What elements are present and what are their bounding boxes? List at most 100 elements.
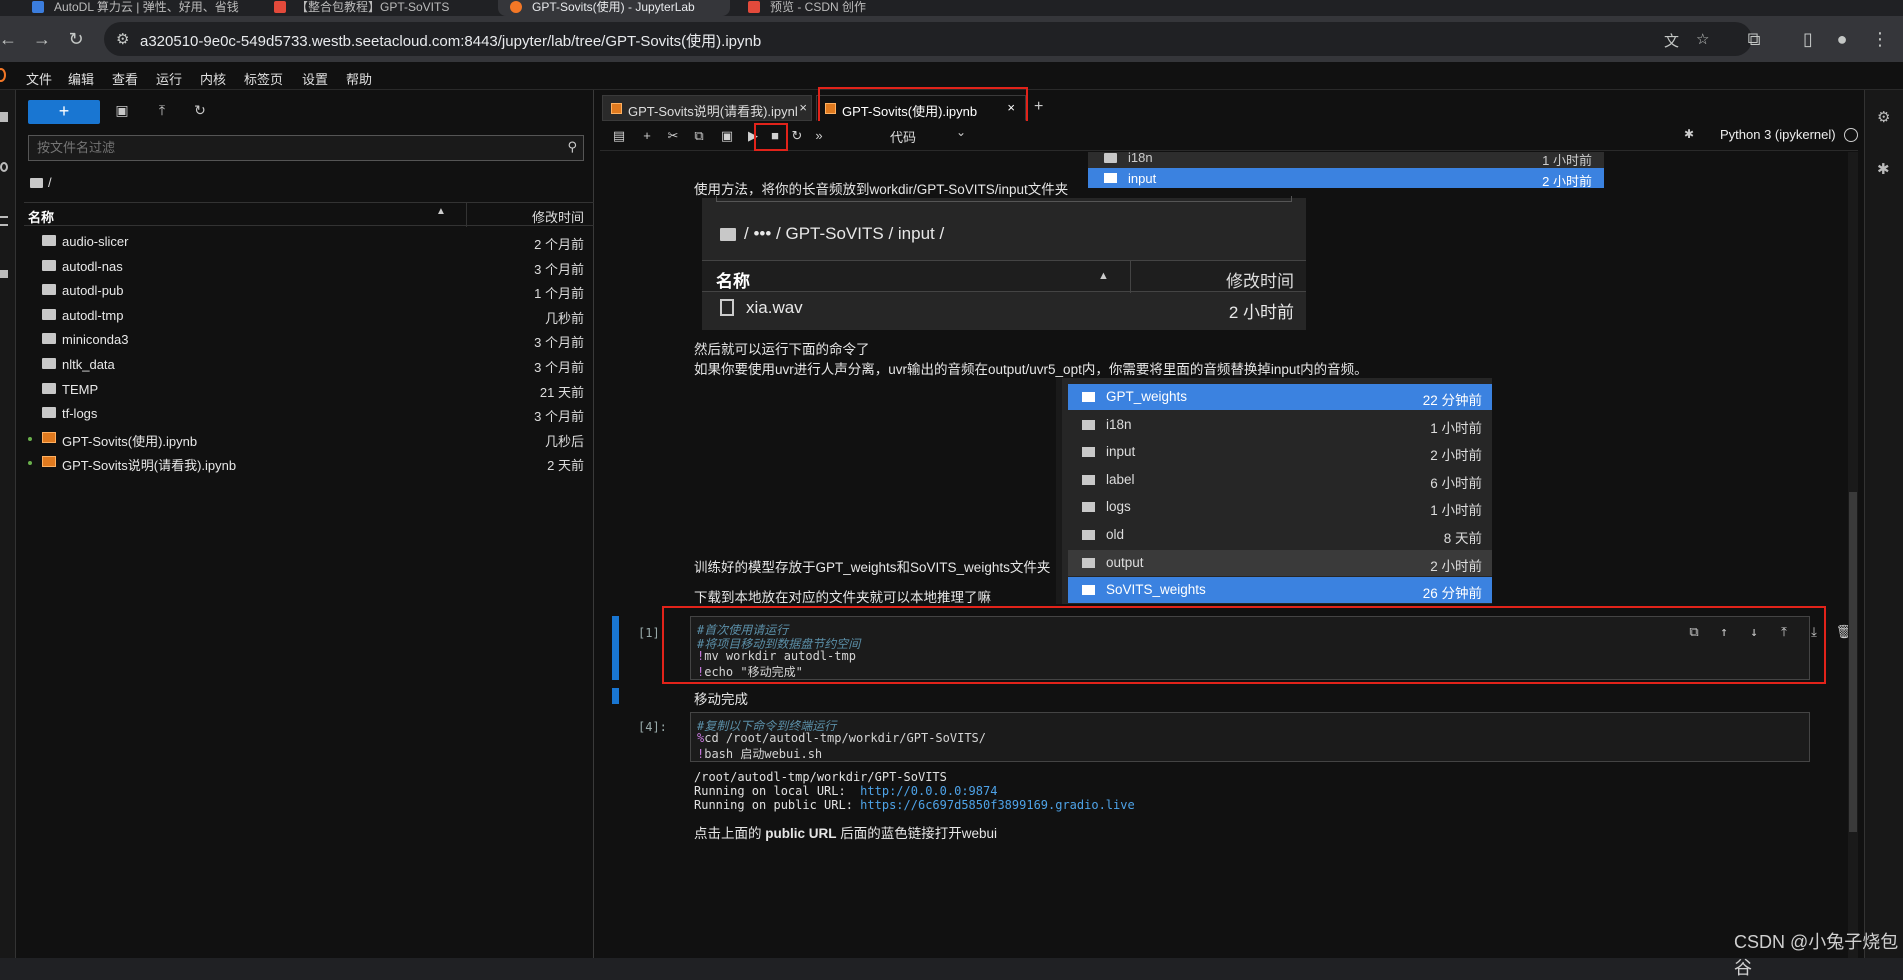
extensions-icon[interactable]: ⧉: [1742, 28, 1766, 52]
browser-tab-active[interactable]: GPT-Sovits(使用) - JupyterLab: [498, 0, 730, 16]
new-launcher-button[interactable]: +: [28, 100, 100, 124]
close-icon[interactable]: ×: [797, 100, 807, 115]
restart-run-all-icon[interactable]: »: [810, 127, 828, 145]
profile-icon[interactable]: ●: [1830, 28, 1854, 52]
menu-help[interactable]: 帮助: [346, 69, 372, 88]
breadcrumb[interactable]: /: [30, 175, 52, 190]
notebook-tab[interactable]: GPT-Sovits说明(请看我).ipynl ×: [602, 95, 812, 121]
column-name[interactable]: 名称: [28, 207, 54, 226]
file-filter-input[interactable]: [37, 140, 537, 155]
back-icon[interactable]: ←: [0, 28, 20, 52]
notebook-icon: [611, 103, 622, 114]
folder-icon: [42, 358, 56, 369]
running-icon[interactable]: [0, 162, 8, 172]
add-tab-icon[interactable]: +: [1034, 98, 1043, 116]
search-icon: ⚲: [567, 139, 577, 154]
url-field[interactable]: ⚙ a320510-9e0c-549d5733.westb.seetacloud…: [104, 22, 1752, 56]
public-url-link[interactable]: https://6c697d5850f3899169.gradio.live: [860, 798, 1135, 812]
code-cell-editor[interactable]: #复制以下命令到终端运行 %cd /root/autodl-tmp/workdi…: [690, 712, 1810, 762]
address-bar: ← → ↻ ⚙ a320510-9e0c-549d5733.westb.seet…: [0, 16, 1903, 62]
csdn-icon: [748, 1, 760, 13]
folder-row[interactable]: tf-logs 3 个月前: [24, 402, 594, 426]
markdown-text: 如果你要使用uvr进行人声分离，uvr输出的音频在output/uvr5_opt…: [694, 362, 1368, 377]
menu-settings[interactable]: 设置: [302, 69, 328, 88]
folder-icon: [42, 407, 56, 419]
insert-cell-icon[interactable]: +: [638, 127, 656, 145]
folder-icon: [1082, 392, 1095, 402]
upload-icon[interactable]: ⤒: [152, 102, 172, 122]
folder-icon[interactable]: [0, 112, 8, 122]
folder-row[interactable]: autodl-tmp 几秒前: [24, 304, 594, 328]
refresh-icon[interactable]: ↻: [190, 102, 210, 122]
scrollbar[interactable]: [1848, 152, 1858, 958]
menu-tabs[interactable]: 标签页: [244, 69, 283, 88]
embedded-image-folder-list: GPT_weights 22 分钟前 i18n 1 小时前 input 2 小时前 labe…: [1056, 378, 1492, 604]
file-name: autodl-pub: [62, 283, 124, 299]
jupyter-logo-icon: [0, 68, 6, 82]
cell-active-bar[interactable]: [612, 616, 619, 680]
folder-row[interactable]: autodl-pub 1 个月前: [24, 279, 594, 303]
restart-icon[interactable]: ↻: [788, 127, 806, 145]
cut-icon[interactable]: ✂: [664, 127, 682, 145]
markdown-text: 使用方法，将你的长音频放到workdir/GPT-SoVITS/input文件夹: [694, 182, 1069, 197]
translate-icon[interactable]: 文: [1664, 30, 1679, 51]
browser-tab[interactable]: 【整合包教程】GPT-SoVITS: [262, 0, 492, 16]
menu-file[interactable]: 文件: [26, 69, 52, 88]
file-list-header: 名称 ▲ 修改时间: [24, 202, 594, 227]
bookmark-star-icon[interactable]: ☆: [1696, 30, 1709, 48]
list-item: i18n 1 小时前: [1088, 152, 1604, 168]
save-icon[interactable]: ▤: [610, 127, 628, 145]
notebook-row[interactable]: GPT-Sovits(使用).ipynb 几秒后: [24, 427, 594, 451]
folder-row[interactable]: audio-slicer 2 个月前: [24, 230, 594, 254]
watermark: CSDN @小兔子烧包谷: [1734, 932, 1899, 978]
folder-row[interactable]: miniconda3 3 个月前: [24, 328, 594, 352]
bug-icon[interactable]: ✱: [1684, 127, 1694, 141]
file-time: 1 个月前: [534, 286, 584, 302]
file-name: GPT-Sovits说明(请看我).ipynb: [62, 458, 237, 474]
new-folder-icon[interactable]: ▣: [112, 102, 132, 122]
folder-row[interactable]: TEMP 21 天前: [24, 378, 594, 402]
folder-icon: [1082, 447, 1095, 458]
toc-icon[interactable]: [0, 216, 8, 226]
cell-type-select[interactable]: 代码: [890, 127, 916, 146]
scrollbar-thumb[interactable]: [1849, 492, 1857, 832]
reload-icon[interactable]: ↻: [64, 28, 88, 52]
file-time: 3 个月前: [534, 409, 584, 425]
property-inspector-icon[interactable]: ⚙: [1877, 108, 1890, 126]
extension-icon[interactable]: [0, 270, 8, 278]
browser-tab-strip: AutoDL 算力云 | 弹性、好用、省钱 【整合包教程】GPT-SoVITS …: [0, 0, 1903, 16]
file-filter-field[interactable]: ⚲: [28, 135, 584, 161]
sidepanel-icon[interactable]: ▯: [1796, 28, 1820, 52]
folder-icon: [720, 228, 736, 241]
output-collapse-bar[interactable]: [612, 688, 619, 704]
list-item: output 2 小时前: [1068, 549, 1492, 576]
folder-icon: [1082, 502, 1095, 513]
debugger-icon[interactable]: ✱: [1877, 160, 1890, 178]
notebook-row[interactable]: GPT-Sovits说明(请看我).ipynb 2 天前: [24, 451, 594, 475]
kernel-status-icon: [1844, 128, 1858, 142]
browser-tab[interactable]: 预览 - CSDN 创作: [736, 0, 986, 16]
kernel-name[interactable]: Python 3 (ipykernel): [1720, 127, 1836, 142]
menu-view[interactable]: 查看: [112, 69, 138, 88]
file-name: autodl-tmp: [62, 307, 124, 323]
folder-row[interactable]: nltk_data 3 个月前: [24, 353, 594, 377]
menu-run[interactable]: 运行: [156, 69, 182, 88]
folder-icon: [42, 284, 56, 296]
browser-menu-icon[interactable]: ⋮: [1868, 28, 1892, 52]
file-time: 几秒后: [544, 433, 584, 449]
copy-icon[interactable]: ⧉: [690, 127, 708, 145]
local-url-link[interactable]: http://0.0.0.0:9874: [860, 784, 997, 798]
browser-tab[interactable]: AutoDL 算力云 | 弹性、好用、省钱: [20, 0, 260, 16]
site-icon: [274, 1, 286, 13]
menu-edit[interactable]: 编辑: [68, 69, 94, 88]
site-icon: [32, 1, 44, 13]
column-modified[interactable]: 修改时间: [532, 207, 584, 226]
file-time: 21 天前: [539, 384, 584, 400]
forward-icon[interactable]: →: [30, 28, 54, 52]
menu-kernel[interactable]: 内核: [200, 69, 226, 88]
chevron-down-icon[interactable]: ⌄: [956, 125, 966, 139]
folder-row[interactable]: autodl-nas 3 个月前: [24, 255, 594, 279]
site-info-icon[interactable]: ⚙: [116, 30, 129, 48]
file-time: 2 小时前: [1228, 303, 1294, 322]
paste-icon[interactable]: ▣: [718, 127, 736, 145]
